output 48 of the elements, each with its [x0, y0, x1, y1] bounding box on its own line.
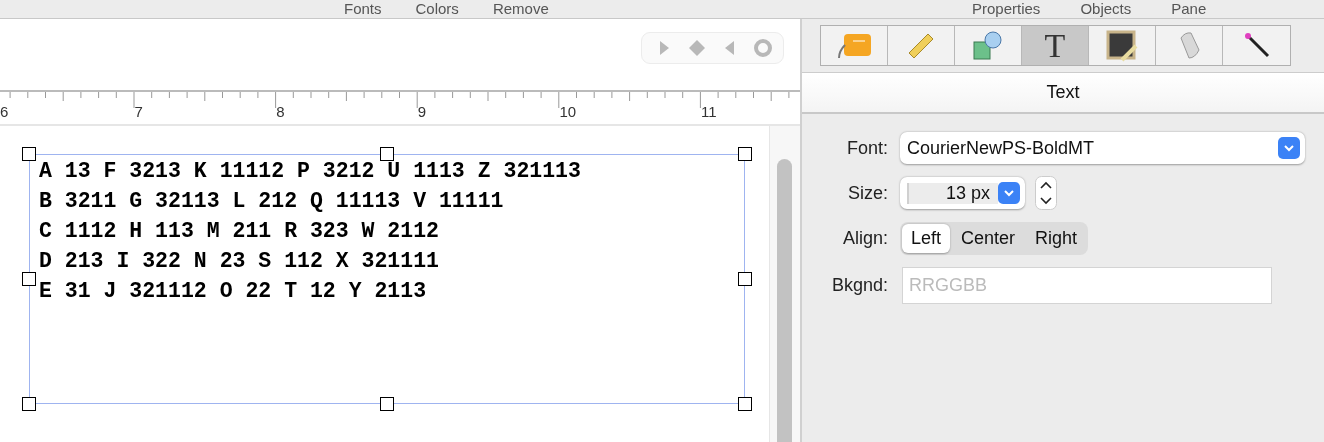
- resize-handle[interactable]: [738, 397, 752, 411]
- align-option[interactable]: Left: [902, 224, 951, 253]
- resize-handle[interactable]: [380, 397, 394, 411]
- ruler-label: 11: [701, 103, 717, 120]
- field-label: Size:: [846, 182, 888, 204]
- text-line: D 213 I 322 N 23 S 112 X 321111: [39, 248, 440, 275]
- align-option[interactable]: Center: [952, 224, 1025, 253]
- toolbar-label[interactable]: Colors: [415, 1, 459, 17]
- ruler-label: 10: [559, 103, 577, 120]
- ruler-label: 6: [0, 103, 9, 120]
- toolbar-label[interactable]: Objects: [1080, 1, 1132, 17]
- tool-tab[interactable]: [1089, 26, 1156, 65]
- color-input-field[interactable]: RRGGBB: [902, 267, 1272, 304]
- resize-handle[interactable]: [738, 272, 752, 286]
- size-popup[interactable]: 13 px: [900, 177, 1025, 209]
- section-header: Text: [802, 72, 1324, 114]
- ruler-label: 7: [134, 103, 143, 120]
- toolbar-label[interactable]: Remove: [492, 1, 549, 17]
- size-value: 13 px: [907, 182, 998, 204]
- text-line: C 1112 H 113 M 211 R 323 W 2112: [39, 218, 440, 245]
- resize-handle[interactable]: [380, 147, 394, 161]
- field-label: Font:: [845, 137, 888, 159]
- resize-handle[interactable]: [22, 272, 36, 286]
- text-box[interactable]: A 13 F 3213 K 11112 P 3212 U 1113 Z 321113 B 3211 G 32113 L 212 Q 11113 V 11111 C 1112 H 113 M 211 R 323 W 2112 D 213 I 322 N 23 S 112 X 321111 E 31 J 321112 O 22 T 12 Y 2113: [29, 154, 745, 404]
- field-label: Align:: [841, 228, 888, 249]
- scrollbar-thumb[interactable]: [777, 159, 792, 442]
- text-line: A 13 F 3213 K 11112 P 3212 U 1113 Z 321113: [39, 158, 582, 185]
- resize-handle[interactable]: [22, 147, 36, 161]
- resize-handle[interactable]: [738, 147, 752, 161]
- font-popup[interactable]: CourierNewPS-BoldMT: [900, 132, 1305, 164]
- toolbar-label[interactable]: Properties: [972, 1, 1041, 17]
- ruler-label: 8: [276, 103, 285, 120]
- resize-handle[interactable]: [22, 397, 36, 411]
- tool-tab[interactable]: T: [1022, 26, 1089, 65]
- ruler-label: 9: [417, 103, 427, 120]
- stepper-control[interactable]: [1035, 176, 1057, 210]
- toolbar-label[interactable]: Fonts: [344, 1, 382, 17]
- shapes-icon: [972, 30, 1004, 61]
- align-option[interactable]: Right: [1026, 224, 1087, 253]
- font-value: CourierNewPS-BoldMT: [907, 137, 1096, 159]
- tool-tab[interactable]: [1223, 26, 1290, 65]
- chalkboard-icon: [1106, 29, 1138, 62]
- field-label: Bkgnd:: [830, 275, 888, 296]
- toolbar-label[interactable]: Pane: [1171, 1, 1207, 17]
- text-line: E 31 J 321112 O 22 T 12 Y 2113: [39, 278, 428, 305]
- text-line: B 3211 G 32113 L 212 Q 11113 V 11111: [39, 188, 505, 215]
- chevron-icon: [1278, 137, 1300, 159]
- chevron-icon: [998, 182, 1020, 204]
